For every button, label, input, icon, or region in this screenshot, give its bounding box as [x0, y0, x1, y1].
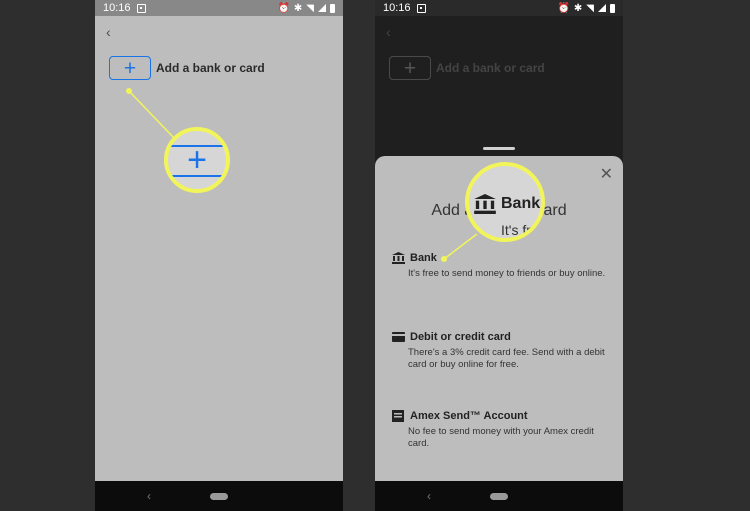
zoom-callout-plus: +: [164, 127, 230, 193]
right-phone-screen: ‹ + Add a bank or card 10:16 ⏰ ✱ ◥ ✕ Add…: [375, 0, 623, 511]
back-arrow-icon: ‹: [386, 24, 391, 40]
close-icon[interactable]: ✕: [600, 164, 613, 184]
status-time: 10:16: [383, 2, 411, 14]
wifi-icon: ◥: [306, 2, 314, 14]
status-icons: ⏰ ✱ ◥: [277, 3, 335, 14]
card-icon: [391, 331, 405, 343]
bluetooth-icon: ✱: [293, 2, 303, 14]
add-bank-or-card-button[interactable]: + Add a bank or card: [109, 56, 265, 80]
option-description: It's free to send money to friends or bu…: [408, 268, 606, 279]
option-title: Debit or credit card: [410, 331, 511, 343]
nav-home-pill[interactable]: [210, 492, 228, 500]
callout-dot-right: [441, 256, 447, 262]
option-bank[interactable]: Bank It's free to send money to friends …: [391, 252, 609, 280]
nav-back-icon[interactable]: ‹: [147, 489, 151, 503]
wifi-icon: ◥: [586, 2, 594, 14]
zoomed-plus-icon: +: [187, 141, 207, 179]
plus-icon: +: [109, 56, 151, 80]
nav-home-pill[interactable]: [490, 492, 508, 500]
notification-icon: [136, 3, 146, 13]
bank-icon: [391, 252, 405, 264]
navigation-bar: ‹: [95, 481, 343, 511]
signal-icon: [598, 4, 606, 12]
option-debit-or-credit-card[interactable]: Debit or credit card There's a 3% credit…: [391, 331, 609, 371]
status-bar: 10:16 ⏰ ✱ ◥: [95, 0, 343, 16]
add-bank-or-card-button: + Add a bank or card: [389, 56, 545, 80]
option-description: No fee to send money with your Amex cred…: [408, 426, 594, 449]
add-bank-or-card-label: Add a bank or card: [156, 61, 265, 75]
status-bar: 10:16 ⏰ ✱ ◥: [375, 0, 623, 16]
add-bank-or-card-label: Add a bank or card: [436, 61, 545, 75]
callout-dot-left: [126, 88, 132, 94]
plus-icon: +: [389, 56, 431, 80]
option-description: There's a 3% credit card fee. Send with …: [408, 347, 605, 370]
left-phone-screen: 10:16 ⏰ ✱ ◥ ‹ + Add a bank or card ‹: [95, 0, 343, 511]
option-amex-send-account[interactable]: Amex Send™ Account No fee to send money …: [391, 410, 609, 450]
option-title: Bank: [410, 252, 437, 264]
alarm-icon: ⏰: [277, 2, 290, 14]
navigation-bar: ‹: [375, 481, 623, 511]
zoomed-bank-label: Bank: [501, 195, 541, 212]
amex-icon: [391, 410, 405, 422]
back-arrow-icon[interactable]: ‹: [106, 24, 111, 40]
nav-back-icon[interactable]: ‹: [427, 489, 431, 503]
sheet-drag-handle[interactable]: [483, 147, 515, 150]
bluetooth-icon: ✱: [573, 2, 583, 14]
status-time: 10:16: [103, 2, 131, 14]
alarm-icon: ⏰: [557, 2, 570, 14]
battery-icon: [330, 3, 335, 13]
zoomed-bank-desc: It's fre: [501, 222, 539, 238]
option-title: Amex Send™ Account: [410, 410, 528, 422]
zoom-callout-bank: Bank It's fre: [465, 162, 545, 242]
status-icons: ⏰ ✱ ◥: [557, 3, 615, 14]
battery-icon: [610, 3, 615, 13]
zoomed-bank-icon: [474, 194, 496, 214]
signal-icon: [318, 4, 326, 12]
notification-icon: [416, 3, 426, 13]
